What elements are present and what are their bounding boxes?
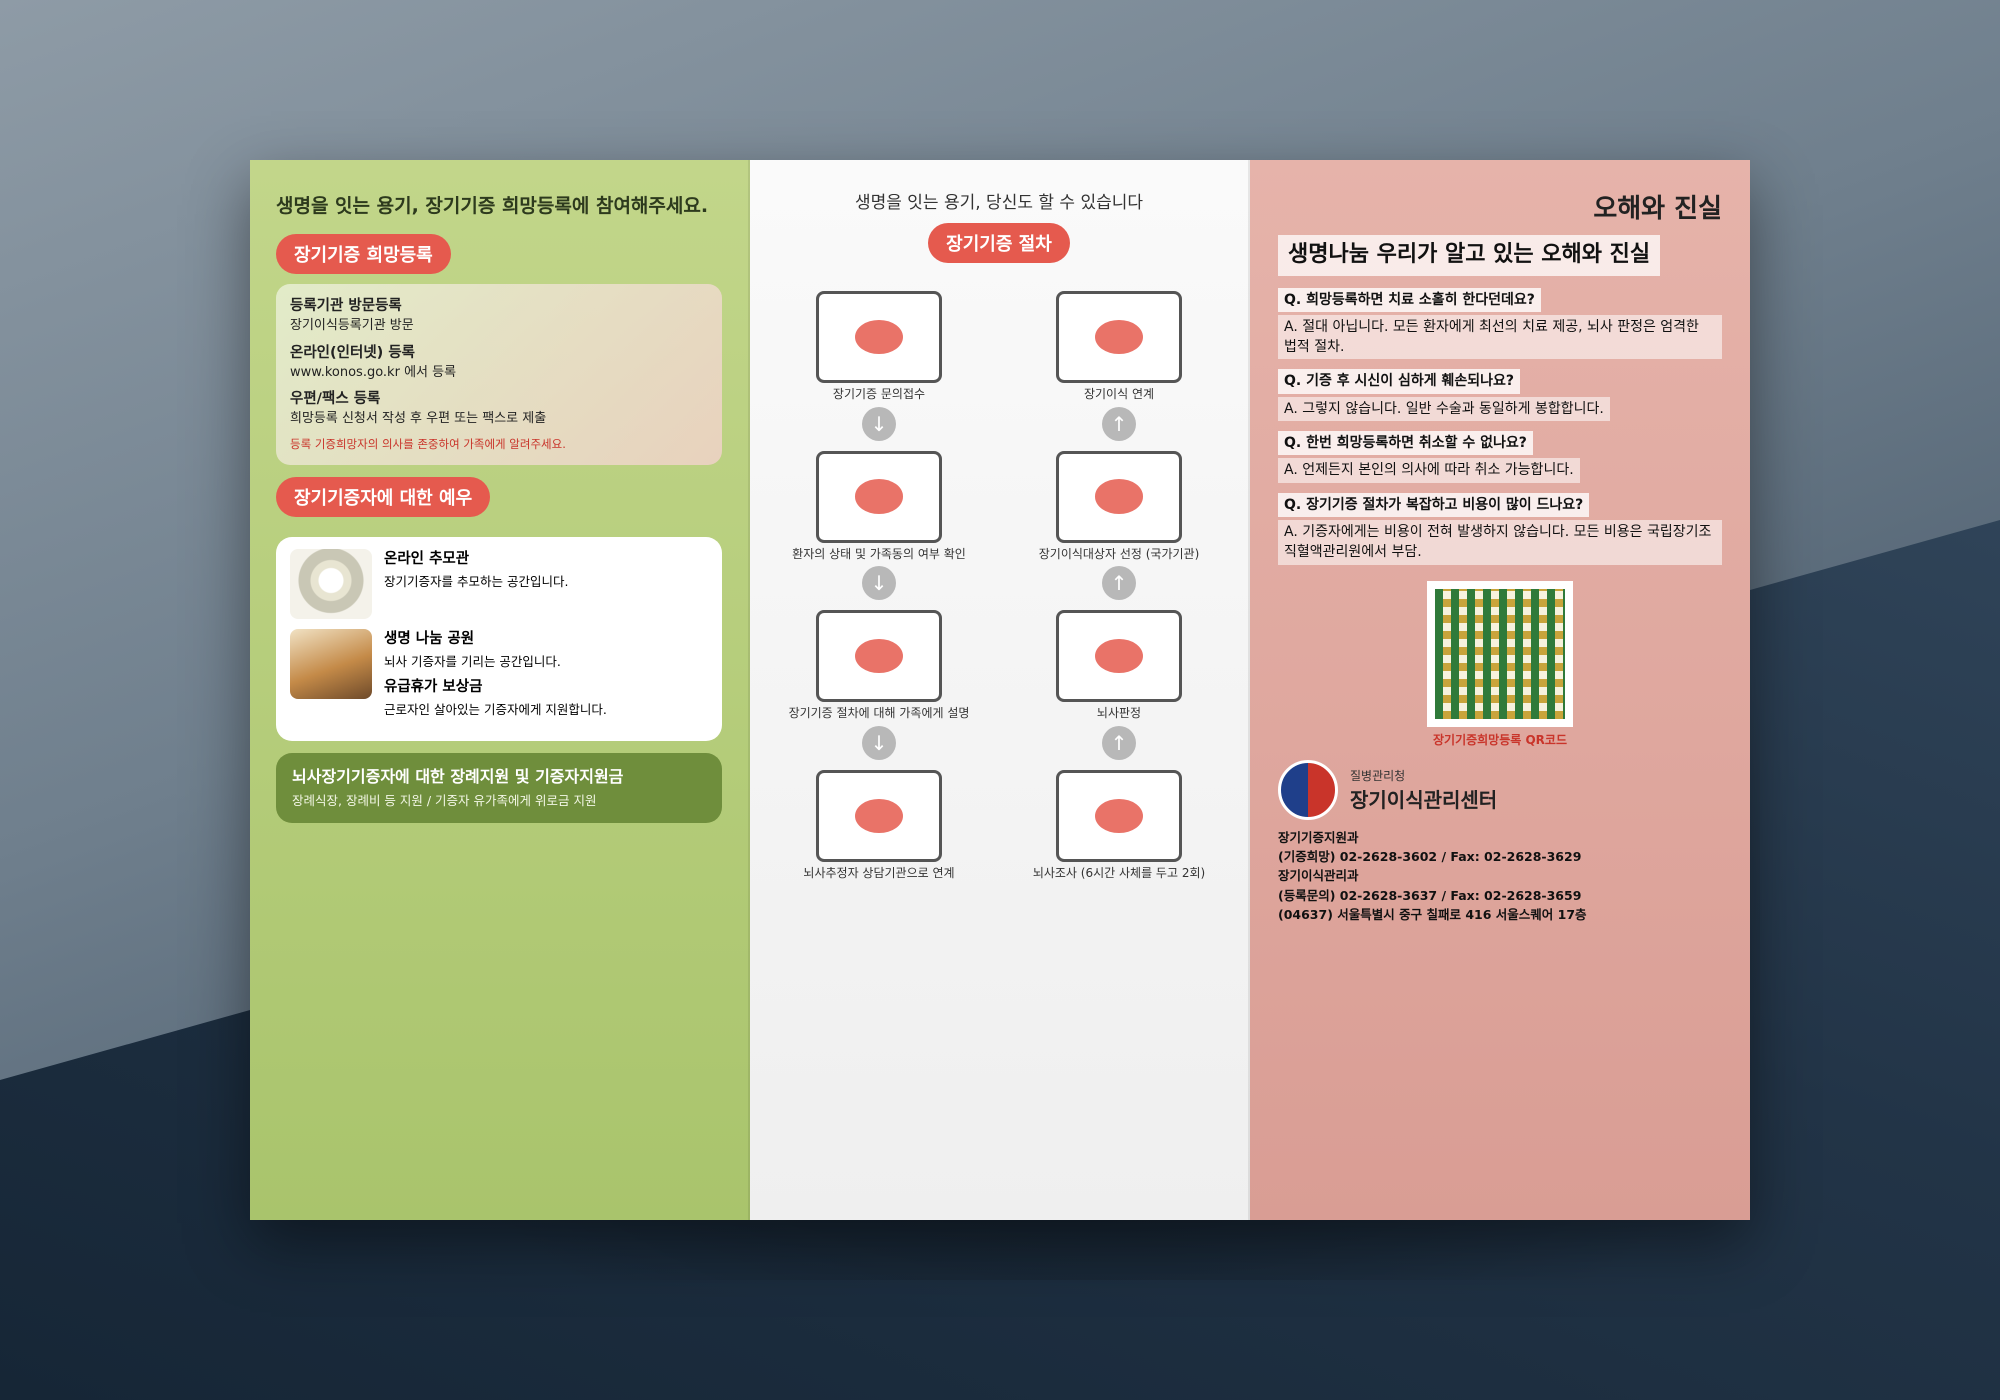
qr-code [1427,580,1573,727]
middle-tagline: 생명을 잇는 용기, 당신도 할 수 있습니다 [854,193,1144,213]
flower-image [290,548,372,619]
answer: A. 기증자에게는 비용이 전혀 발생하지 않습니다. 모든 비용은 국립장기조… [1278,519,1722,565]
procedure-step: 뇌사조사 (6시간 사체를 두고 2회) [1014,769,1224,882]
register-item-title: 등록기관 방문등록 [290,297,402,314]
respect-title: 생명 나눔 공원 [384,630,475,647]
memorial-photo [290,628,372,699]
left-tagline: 생명을 잇는 용기, 장기기증 희망등록에 참여해주세요. [276,195,709,217]
agency-small: 질병관리청 [1350,768,1406,783]
register-item: 등록기관 방문등록 장기이식등록기관 방문 [290,296,708,336]
contact-line: 장기기증지원과 [1278,829,1359,845]
funeral-support-box: 뇌사장기기증자에 대한 장례지원 및 기증자지원금 장례식장, 장례비 등 지원… [276,753,722,823]
respect-text: 근로자인 살아있는 기증자에게 지원합니다. [384,702,607,718]
right-panel: 오해와 진실 생명나눔 우리가 알고 있는 오해와 진실 Q. 희망등록하면 치… [1250,160,1750,1220]
register-pill: 장기기증 희망등록 [276,233,451,274]
register-item-title: 온라인(인터넷) 등록 [290,344,416,361]
procedure-step: 장기기증 문의접수 ↓ [774,291,984,445]
answer: A. 언제든지 본인의 의사에 따라 취소 가능합니다. [1278,458,1580,483]
myth-title: 오해와 진실 [1593,194,1722,224]
people-selection-icon [1056,450,1182,543]
respect-title: 온라인 추모관 [384,550,470,567]
procedure-step: 뇌사판정 ↑ [1014,610,1224,764]
funeral-support-text: 장례식장, 장례비 등 지원 / 기증자 유가족에게 위로금 지원 [292,793,597,809]
contact-line: (기증희망) 02-2628-3602 / Fax: 02-2628-3629 [1278,848,1582,864]
step-label: 뇌사추정자 상담기관으로 연계 [803,865,955,880]
respect-row: 온라인 추모관 장기기증자를 추모하는 공간입니다. [290,548,708,619]
contact-line: (04637) 서울특별시 중구 칠패로 416 서울스퀘어 17층 [1278,907,1587,923]
heart-document-icon [1056,769,1182,862]
contacts: 장기기증지원과 (기증희망) 02-2628-3602 / Fax: 02-26… [1278,828,1722,925]
agency-name: 장기이식관리센터 [1350,787,1498,812]
answer: A. 절대 아닙니다. 모든 환자에게 최선의 치료 제공, 뇌사 판정은 엄격… [1278,314,1722,360]
procedure-step: 장기기증 절차에 대해 가족에게 설명 ↓ [774,610,984,764]
contact-line: 장기이식관리과 [1278,868,1359,884]
register-item: 우편/팩스 등록 희망등록 신청서 작성 후 우편 또는 팩스로 제출 [290,389,708,429]
left-panel: 생명을 잇는 용기, 장기기증 희망등록에 참여해주세요. 장기기증 희망등록 … [250,160,750,1220]
step-label: 뇌사판정 [1096,706,1142,721]
procedure-steps: 장기기증 문의접수 ↓ 장기이식 연계 ↑ 환자의 상태 및 가족동의 여부 확… [774,291,1224,881]
register-note: 등록 기증희망자의 의사를 존중하여 가족에게 알려주세요. [290,437,566,452]
arrow-up-icon: ↑ [1102,406,1136,441]
qa-item: Q. 희망등록하면 치료 소홀히 한다던데요? A. 절대 아닙니다. 모든 환… [1278,287,1722,360]
step-label: 장기기증 문의접수 [832,387,926,401]
arrow-up-icon: ↑ [1102,566,1136,601]
respect-text: 장기기증자를 추모하는 공간입니다. [384,573,569,589]
register-item-text: 희망등록 신청서 작성 후 우편 또는 팩스로 제출 [290,411,547,427]
answer: A. 그렇지 않습니다. 일반 수술과 동일하게 봉합합니다. [1278,396,1610,422]
qa-item: Q. 기증 후 시신이 심하게 훼손되나요? A. 그렇지 않습니다. 일반 수… [1278,369,1722,422]
procedure-pill: 장기기증 절차 [928,223,1070,263]
question: Q. 장기기증 절차가 복잡하고 비용이 많이 드나요? [1278,492,1590,517]
trifold-brochure: 생명을 잇는 용기, 장기기증 희망등록에 참여해주세요. 장기기증 희망등록 … [250,160,1750,1220]
respect-box: 온라인 추모관 장기기증자를 추모하는 공간입니다. 생명 나눔 공원 뇌사 기… [276,536,722,742]
register-box: 등록기관 방문등록 장기이식등록기관 방문 온라인(인터넷) 등록 www.ko… [276,283,722,465]
step-label: 장기이식 연계 [1083,387,1155,401]
step-label: 환자의 상태 및 가족동의 여부 확인 [792,546,966,561]
step-label: 장기기증 절차에 대해 가족에게 설명 [788,706,970,721]
respect-pill: 장기기증자에 대한 예우 [276,476,491,517]
respect-title: 유급휴가 보상금 [384,679,483,696]
myth-heading: 생명나눔 우리가 알고 있는 오해와 진실 [1278,235,1661,276]
arrow-down-icon: ↓ [862,725,896,760]
transplant-icon [1056,291,1182,383]
phone-checklist-icon [816,291,942,383]
respect-text: 뇌사 기증자를 기리는 공간입니다. [384,653,561,669]
register-item-text: 장기이식등록기관 방문 [290,317,414,333]
question: Q. 한번 희망등록하면 취소할 수 없나요? [1278,431,1533,456]
qr-label: 장기기증희망등록 QR코드 [1432,732,1568,747]
agency-block: 질병관리청 장기이식관리센터 [1278,759,1722,820]
middle-panel: 생명을 잇는 용기, 당신도 할 수 있습니다 장기기증 절차 장기기증 문의접… [750,160,1250,1220]
arrow-up-icon: ↑ [1102,725,1136,760]
question: Q. 기증 후 시신이 심하게 훼손되나요? [1278,369,1521,394]
qa-item: Q. 장기기증 절차가 복잡하고 비용이 많이 드나요? A. 기증자에게는 비… [1278,492,1722,565]
register-item-text: www.konos.go.kr 에서 등록 [290,364,457,380]
procedure-step: 장기이식 연계 ↑ [1014,291,1224,445]
government-emblem-icon [1278,759,1338,820]
arrow-down-icon: ↓ [862,406,896,441]
doctor-explain-icon [816,610,942,703]
procedure-step: 뇌사추정자 상담기관으로 연계 [774,769,984,882]
question: Q. 희망등록하면 치료 소홀히 한다던데요? [1278,287,1541,312]
procedure-step: 장기이식대상자 선정 (국가기관) ↑ [1014,450,1224,605]
register-item: 온라인(인터넷) 등록 www.konos.go.kr 에서 등록 [290,343,708,383]
monitor-document-icon [816,450,942,543]
contact-line: (등록문의) 02-2628-3637 / Fax: 02-2628-3659 [1278,887,1582,903]
arrow-down-icon: ↓ [862,566,896,601]
register-item-title: 우편/팩스 등록 [290,391,381,408]
qr-section: 장기기증희망등록 QR코드 [1278,580,1722,748]
step-label: 장기이식대상자 선정 (국가기관) [1038,546,1200,561]
funeral-support-title: 뇌사장기기증자에 대한 장례지원 및 기증자지원금 [292,767,624,787]
heart-monitor-icon [1056,610,1182,703]
step-label: 뇌사조사 (6시간 사체를 두고 2회) [1032,865,1206,880]
respect-row: 생명 나눔 공원 뇌사 기증자를 기리는 공간입니다. 유급휴가 보상금 근로자… [290,628,708,719]
procedure-step: 환자의 상태 및 가족동의 여부 확인 ↓ [774,450,984,605]
qa-item: Q. 한번 희망등록하면 취소할 수 없나요? A. 언제든지 본인의 의사에 … [1278,431,1722,483]
hospital-icon [816,769,942,862]
